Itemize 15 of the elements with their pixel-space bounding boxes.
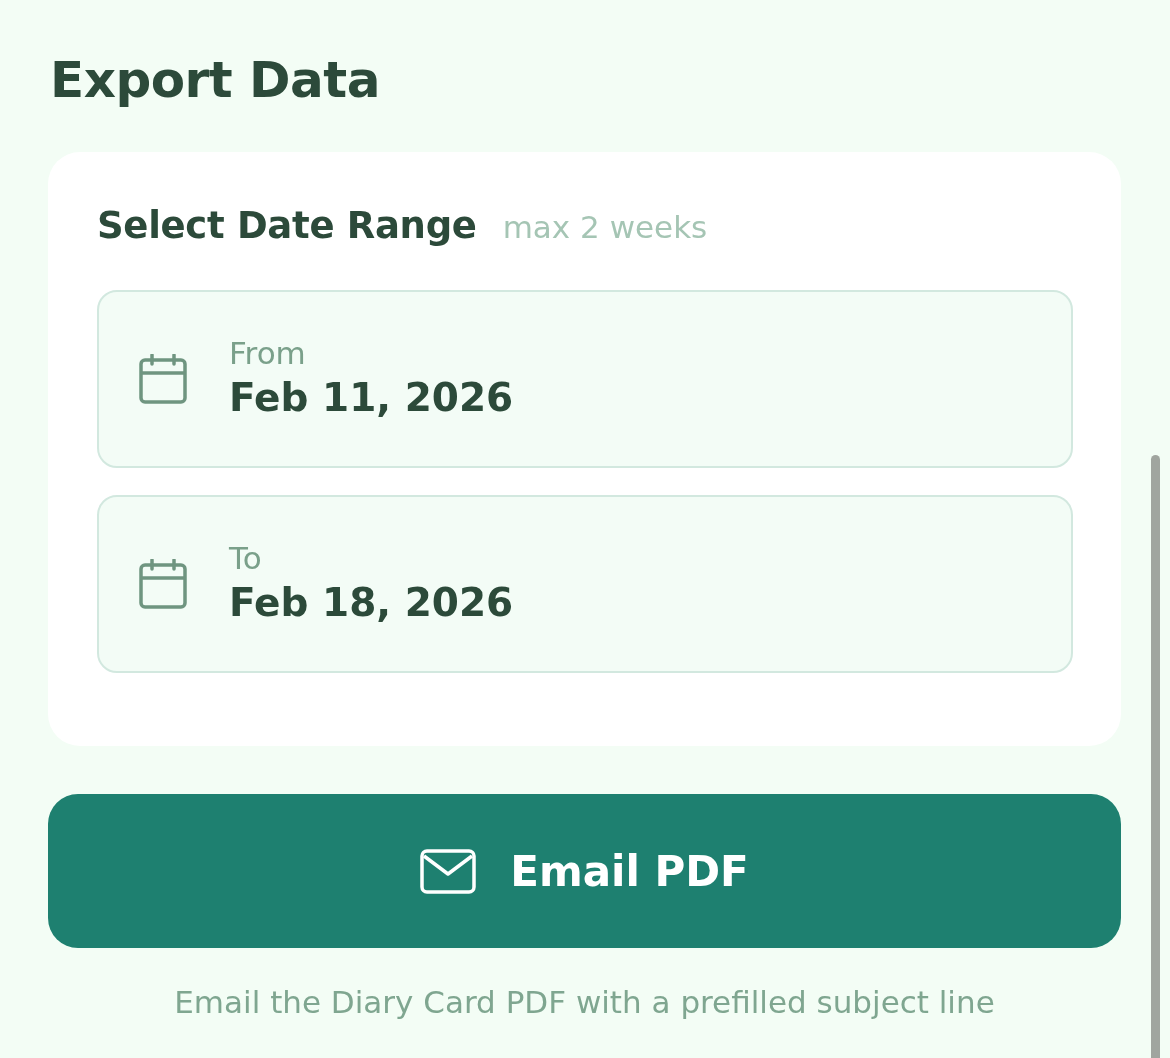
date-value: Feb 18, 2026	[229, 579, 514, 627]
calendar-icon	[139, 559, 187, 609]
caption-text: Email the Diary Card PDF with a prefilled subject line	[173, 983, 996, 1022]
date-field[interactable]: To Feb 18, 2026	[97, 495, 1073, 673]
page-title: Export Data	[50, 50, 381, 111]
calendar-icon	[139, 354, 187, 404]
date-value: Feb 11, 2026	[229, 374, 514, 422]
range-hint: max 2 weeks	[502, 208, 708, 247]
section-heading: Select Date Range	[97, 203, 477, 249]
field-label: To	[229, 539, 263, 577]
date-field[interactable]: From Feb 11, 2026	[97, 290, 1073, 468]
field-label: From	[229, 334, 307, 372]
email-button[interactable]: Email PDF	[48, 794, 1121, 948]
envelope-icon	[420, 848, 477, 894]
scrollbar-thumb[interactable]	[1151, 455, 1160, 1058]
